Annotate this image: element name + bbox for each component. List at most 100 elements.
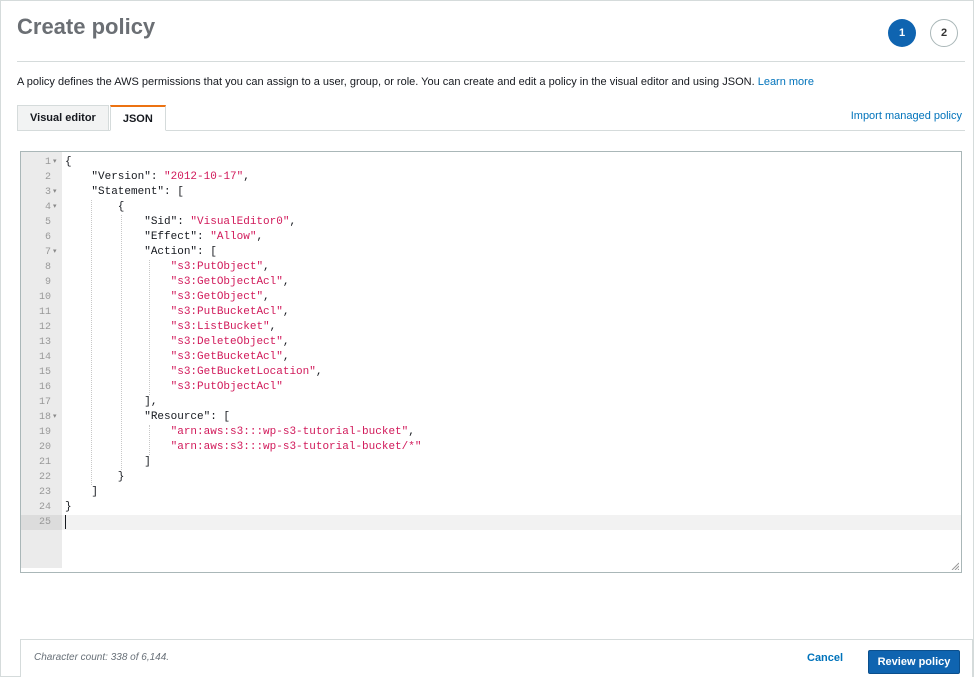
code-line[interactable]: 7 ▾ "Action": [ [21,245,961,260]
code-token: { [65,201,125,213]
code-token: "Resource": [ [65,411,231,423]
code-text: { [65,200,125,215]
fold-toggle-icon[interactable]: ▾ [53,410,61,425]
line-number: 20 [38,442,51,453]
line-number: 22 [38,472,51,483]
text-cursor [65,515,66,529]
resize-grip-icon[interactable] [951,562,959,570]
string-token: "arn:aws:s3:::wp-s3-tutorial-bucket/*" [170,441,422,453]
line-number: 12 [38,322,51,333]
code-line[interactable]: 13 "s3:DeleteObject", [21,335,961,350]
code-text: "s3:GetObjectAcl", [65,275,290,290]
line-number: 11 [38,307,51,318]
code-line[interactable]: 10 "s3:GetObject", [21,290,961,305]
import-managed-policy-link[interactable]: Import managed policy [851,110,962,122]
tab-json[interactable]: JSON [109,105,166,131]
page-description: A policy defines the AWS permissions tha… [17,76,814,88]
code-line[interactable]: 21 ] [21,455,961,470]
code-text: "Resource": [ [65,410,230,425]
title-divider [17,61,965,62]
line-number: 14 [38,352,51,363]
code-token: } [65,501,72,513]
code-text: "s3:PutObject", [65,260,270,275]
code-line[interactable]: 19 "arn:aws:s3:::wp-s3-tutorial-bucket", [21,425,961,440]
code-text: "Effect": "Allow", [65,230,263,245]
code-line[interactable]: 22 } [21,470,961,485]
line-number: 9 [44,277,51,288]
code-text: ] [65,485,98,500]
code-line[interactable]: 6 "Effect": "Allow", [21,230,961,245]
fold-toggle-icon[interactable]: ▾ [53,185,61,200]
code-token: "Sid": [65,216,191,228]
string-token: "s3:GetBucketLocation" [170,366,316,378]
code-line[interactable]: 14 "s3:GetBucketAcl", [21,350,961,365]
code-line[interactable]: 20 "arn:aws:s3:::wp-s3-tutorial-bucket/*… [21,440,961,455]
learn-more-link[interactable]: Learn more [758,76,814,88]
fold-toggle-icon[interactable]: ▾ [53,245,61,260]
code-text: { [65,155,72,170]
code-line[interactable]: 24} [21,500,961,515]
string-token: "arn:aws:s3:::wp-s3-tutorial-bucket" [170,426,409,438]
code-token: , [282,336,290,348]
code-text: "Sid": "VisualEditor0", [65,215,296,230]
code-token: { [65,156,72,168]
code-line[interactable]: 1 ▾ { [21,155,961,170]
string-token: "s3:DeleteObject" [170,336,283,348]
line-number: 18 [38,412,51,423]
line-number: 10 [38,292,51,303]
code-line[interactable]: 15 "s3:GetBucketLocation", [21,365,961,380]
code-line[interactable]: 17 ], [21,395,961,410]
character-count: Character count: 338 of 6,144. [34,652,170,663]
code-line[interactable]: 16 "s3:PutObjectAcl" [21,380,961,395]
editor-tabs: Visual editor JSON [17,105,167,131]
code-line[interactable]: 3 ▾ "Statement": [ [21,185,961,200]
code-token: } [65,471,125,483]
code-token: , [408,426,415,438]
code-line[interactable]: 8 "s3:PutObject", [21,260,961,275]
code-line[interactable]: 11 "s3:PutBucketAcl", [21,305,961,320]
code-token: "Effect": [65,231,211,243]
code-text: "arn:aws:s3:::wp-s3-tutorial-bucket/*" [65,440,422,455]
code-line[interactable]: 2 "Version": "2012-10-17", [21,170,961,185]
code-token: , [282,306,290,318]
code-line[interactable]: 5 "Sid": "VisualEditor0", [21,215,961,230]
step-indicator-1: 1 [888,19,916,47]
line-number: 4 [44,202,51,213]
code-line[interactable]: 25 [21,515,961,530]
code-line[interactable]: 9 "s3:GetObjectAcl", [21,275,961,290]
string-token: "VisualEditor0" [190,216,290,228]
code-text: "Version": "2012-10-17", [65,170,249,185]
code-line[interactable]: 18 ▾ "Resource": [ [21,410,961,425]
fold-toggle-icon[interactable]: ▾ [53,200,61,215]
code-text: "s3:DeleteObject", [65,335,290,350]
line-number: 23 [38,487,51,498]
code-line[interactable]: 12 "s3:ListBucket", [21,320,961,335]
json-code-editor[interactable]: 1 ▾{2 "Version": "2012-10-17", 3 ▾ "Stateme… [20,151,962,573]
code-token: ] [65,456,151,468]
code-line[interactable]: 23 ] [21,485,961,500]
code-line[interactable]: 4 ▾ { [21,200,961,215]
code-text: } [65,500,72,515]
code-token: , [282,276,290,288]
string-token: "s3:PutBucketAcl" [170,306,283,318]
cancel-button[interactable]: Cancel [807,652,843,664]
string-token: "2012-10-17" [164,171,244,183]
tab-visual-editor[interactable]: Visual editor [17,105,109,131]
page-title: Create policy [17,14,156,39]
fold-toggle-icon[interactable]: ▾ [53,155,61,170]
code-lines: 1 ▾{2 "Version": "2012-10-17", 3 ▾ "Stateme… [21,155,961,530]
review-policy-button[interactable]: Review policy [868,650,960,674]
code-token: , [263,261,270,273]
line-number: 5 [44,217,51,228]
string-token: "s3:ListBucket" [170,321,270,333]
string-token: "s3:PutObject" [170,261,264,273]
line-number: 17 [38,397,51,408]
code-token: , [282,351,290,363]
